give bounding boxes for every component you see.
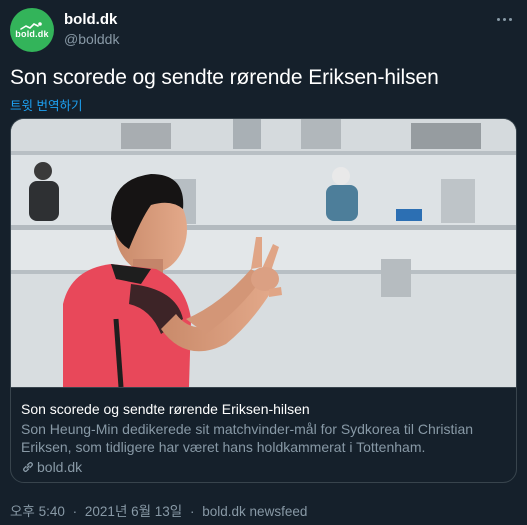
tweet-time[interactable]: 오후 5:40 [10,504,65,519]
card-body[interactable]: Son scorede og sendte rørende Eriksen-hi… [11,387,516,482]
tweet-text: Son scorede og sendte rørende Eriksen-hi… [10,66,439,89]
translate-tweet-link[interactable]: 트윗 번역하기 [10,95,82,114]
more-icon[interactable] [493,8,515,30]
tweet-date[interactable]: 2021년 6월 13일 [85,504,182,519]
card-image[interactable] [11,119,517,387]
avatar-label: bold.dk [15,29,49,39]
avatar[interactable]: bold.dk [10,8,54,52]
tweet-source[interactable]: bold.dk newsfeed [202,504,307,519]
card-description: Son Heung-Min dedikerede sit matchvinder… [21,421,474,455]
link-icon [23,461,33,473]
account-name[interactable]: bold.dk [64,11,117,28]
account-handle[interactable]: @bolddk [64,31,119,47]
link-card[interactable]: Son scorede og sendte rørende Eriksen-hi… [10,118,517,483]
separator: · [190,504,195,519]
card-title[interactable]: Son scorede og sendte rørende Eriksen-hi… [21,401,506,417]
card-domain-label[interactable]: bold.dk [37,459,82,475]
card-domain[interactable]: bold.dk [21,459,506,475]
separator: · [72,504,78,519]
tweet-metadata: 오후 5:40 · 2021년 6월 13일 · bold.dk newsfee… [10,500,307,520]
